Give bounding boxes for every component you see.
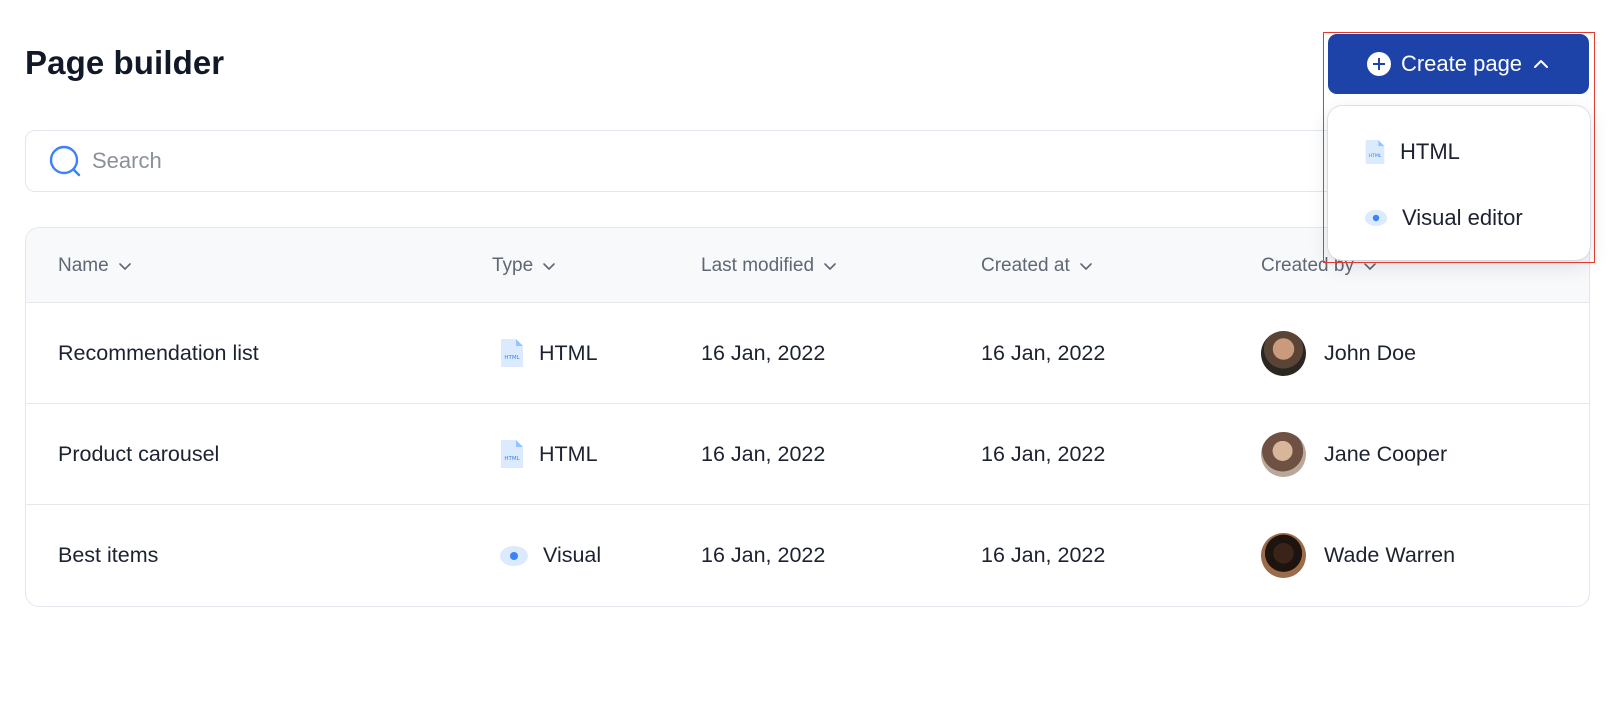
row-name: Recommendation list	[58, 340, 259, 365]
chevron-down-icon	[1079, 262, 1092, 270]
row-type: HTML HTML	[499, 404, 598, 504]
column-header-label: Created at	[981, 254, 1070, 276]
author-name: Wade Warren	[1324, 543, 1456, 567]
create-page-label: Create page	[1400, 51, 1523, 76]
row-last-modified: 16 Jan, 2022	[701, 543, 826, 567]
svg-text:HTML: HTML	[504, 456, 520, 462]
table-row[interactable]: Best items Visual 16 Jan, 2022 16 Jan, 2…	[26, 505, 1589, 606]
avatar	[1261, 533, 1306, 578]
create-page-dropdown: HTML HTML Visual editor	[1328, 106, 1590, 260]
create-page-button[interactable]: Create page	[1328, 34, 1589, 94]
row-type: HTML HTML	[499, 303, 598, 403]
row-type-label: Visual	[543, 543, 602, 567]
search-icon	[49, 145, 81, 177]
row-type: Visual	[499, 505, 601, 606]
chevron-down-icon	[824, 262, 836, 270]
column-header-type[interactable]: Type	[492, 228, 556, 303]
chevron-down-icon	[1364, 262, 1376, 270]
eye-icon	[1364, 210, 1388, 226]
column-header-label: Type	[492, 254, 534, 276]
chevron-down-icon	[118, 262, 131, 270]
column-header-created-at[interactable]: Created at	[981, 228, 1093, 303]
column-header-last-modified[interactable]: Last modified	[701, 228, 837, 303]
row-created-at: 16 Jan, 2022	[981, 340, 1106, 365]
chevron-down-icon	[543, 262, 556, 270]
avatar	[1261, 431, 1306, 477]
pages-table: Name Type Last modified Created at Creat…	[25, 227, 1590, 607]
menu-item-label: Visual editor	[1402, 205, 1523, 230]
plus-circle-icon	[1366, 52, 1391, 76]
chevron-up-icon	[1534, 60, 1549, 68]
row-type-label: HTML	[539, 441, 598, 466]
search-input[interactable]	[92, 148, 1292, 174]
page-title: Page builder	[25, 44, 225, 81]
row-type-label: HTML	[539, 340, 598, 365]
table-row[interactable]: Recommendation list HTML HTML 16 Jan, 20…	[26, 303, 1589, 404]
row-created-at: 16 Jan, 2022	[981, 543, 1106, 567]
svg-text:HTML: HTML	[504, 355, 520, 361]
author-name: Jane Cooper	[1324, 441, 1448, 466]
row-created-by: Jane Cooper	[1261, 404, 1447, 504]
file-html-icon: HTML	[501, 339, 523, 367]
page-builder-screen: Page builder Create page Name Type Last …	[0, 0, 1616, 714]
column-header-name[interactable]: Name	[58, 228, 132, 303]
row-last-modified: 16 Jan, 2022	[701, 340, 826, 365]
menu-item-label: HTML	[1400, 139, 1460, 164]
row-created-by: John Doe	[1261, 303, 1416, 403]
svg-text:HTML: HTML	[1369, 153, 1382, 159]
file-html-icon: HTML	[501, 440, 523, 468]
file-html-icon: HTML	[1365, 140, 1385, 164]
row-created-by: Wade Warren	[1261, 505, 1455, 606]
row-last-modified: 16 Jan, 2022	[701, 441, 826, 466]
avatar	[1261, 330, 1306, 376]
row-name: Product carousel	[58, 441, 220, 466]
column-header-label: Last modified	[701, 254, 815, 276]
row-name: Best items	[58, 543, 159, 567]
table-row[interactable]: Product carousel HTML HTML 16 Jan, 2022 …	[26, 404, 1589, 505]
row-created-at: 16 Jan, 2022	[981, 441, 1106, 466]
menu-item-visual-editor[interactable]: Visual editor	[1328, 188, 1590, 248]
menu-item-html[interactable]: HTML HTML	[1328, 122, 1590, 182]
author-name: John Doe	[1324, 340, 1417, 365]
eye-icon	[500, 545, 528, 566]
column-header-label: Name	[58, 254, 109, 276]
